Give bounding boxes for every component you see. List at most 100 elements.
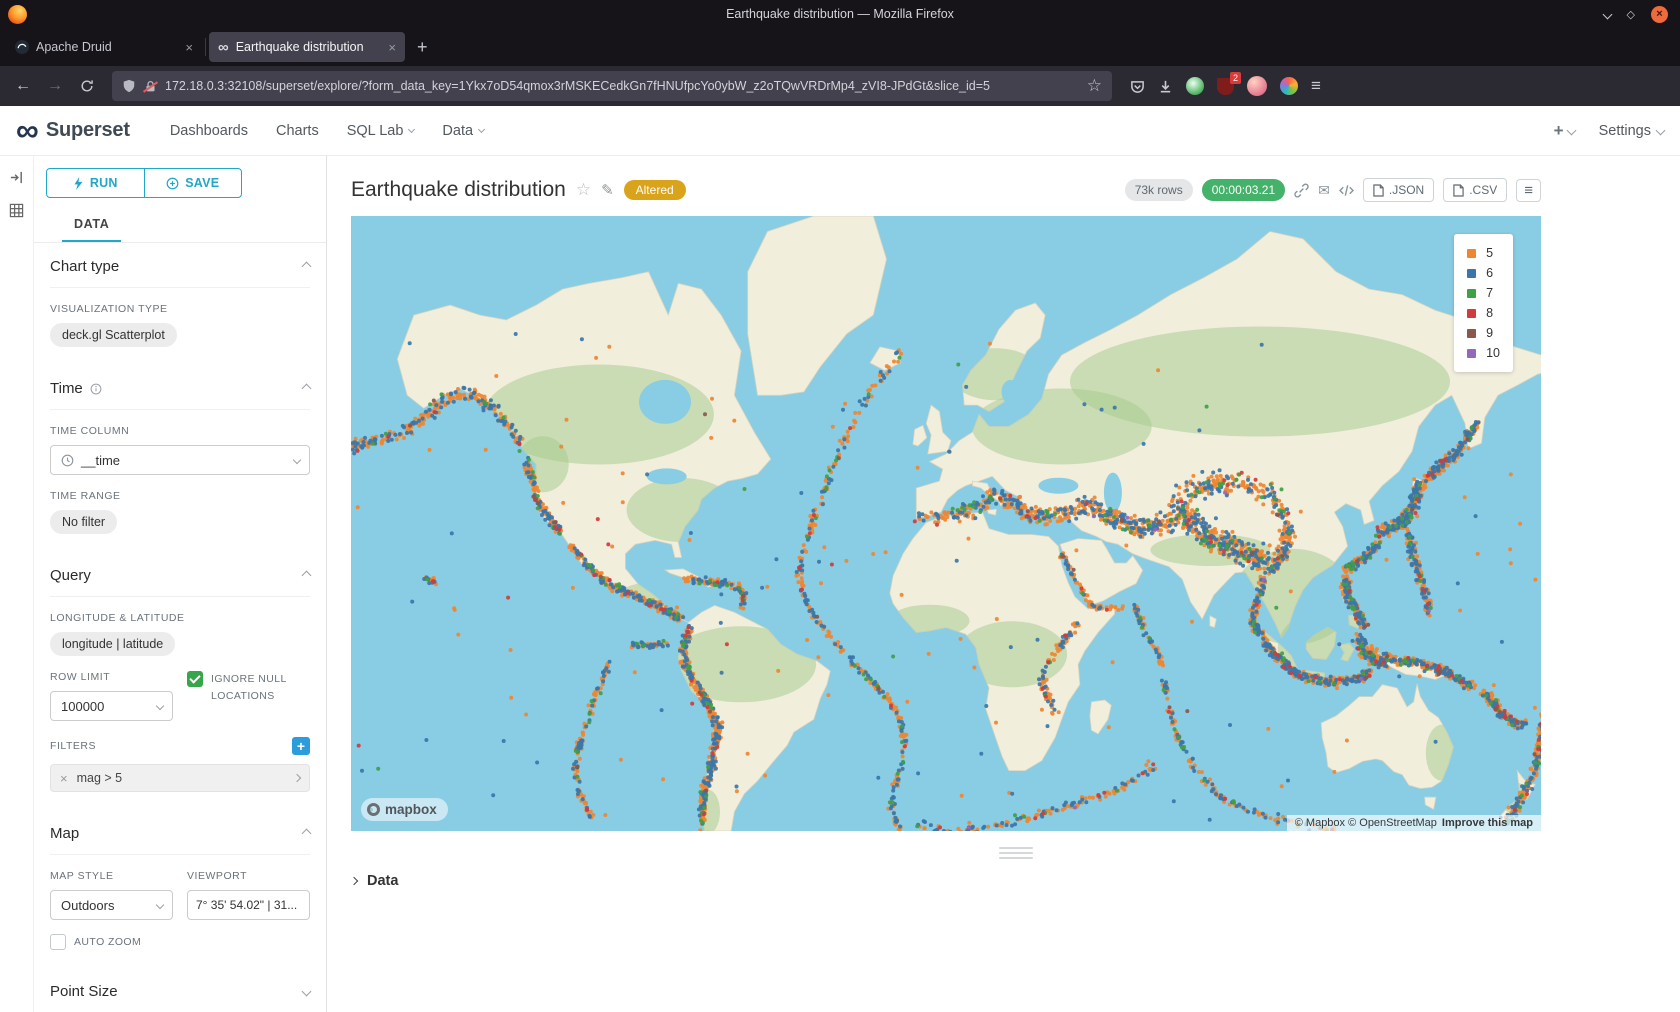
url-text[interactable]: 172.18.0.3:32108/superset/explore/?form_…	[165, 79, 1079, 93]
chevron-down-icon	[156, 901, 164, 909]
reload-button[interactable]	[72, 72, 102, 100]
lonlat-label: LONGITUDE & LATITUDE	[50, 612, 310, 624]
forward-button[interactable]: →	[40, 72, 70, 100]
extension-icon[interactable]	[1186, 77, 1204, 95]
viz-type-label: VISUALIZATION TYPE	[50, 303, 310, 315]
map-style-select[interactable]: Outdoors	[50, 890, 173, 920]
data-panel-toggle[interactable]: Data	[351, 867, 1541, 895]
panel-drag-handle[interactable]	[999, 847, 1033, 859]
plus-icon: +	[1554, 121, 1564, 141]
remove-filter-icon[interactable]: ×	[60, 771, 68, 786]
altered-badge[interactable]: Altered	[624, 180, 686, 200]
chevron-right-icon	[350, 877, 358, 885]
map-style-label: MAP STYLE	[50, 870, 173, 882]
map-container[interactable]: 5678910 mapbox © Mapbox © OpenStreetMap …	[351, 216, 1541, 831]
bookmark-star-icon[interactable]: ☆	[1087, 76, 1102, 96]
improve-map-link[interactable]: Improve this map	[1442, 817, 1533, 829]
section-header[interactable]: Point Size	[50, 968, 310, 1012]
save-to-pocket-icon[interactable]	[1130, 79, 1145, 94]
profile-avatar[interactable]	[1247, 76, 1267, 96]
nav-item-sql-lab[interactable]: SQL Lab	[333, 106, 429, 156]
save-button[interactable]: SAVE	[144, 169, 242, 197]
row-limit-select[interactable]: 100000	[50, 691, 173, 721]
auto-zoom-row[interactable]: AUTO ZOOM	[50, 934, 173, 950]
map-canvas[interactable]	[351, 216, 1541, 831]
filter-item[interactable]: × mag > 5	[50, 764, 310, 792]
nav-item-data[interactable]: Data	[428, 106, 498, 156]
edit-title-icon[interactable]: ✎	[601, 181, 614, 199]
chart-menu-icon[interactable]: ≡	[1516, 179, 1541, 202]
tab-apache-druid[interactable]: Apache Druid ×	[6, 32, 202, 62]
favorite-star-icon[interactable]: ☆	[576, 180, 591, 200]
legend-row: 6	[1467, 263, 1500, 283]
superset-logo-icon: ∞	[16, 118, 39, 144]
export-csv-button[interactable]: .CSV	[1443, 178, 1507, 202]
legend-row: 7	[1467, 283, 1500, 303]
export-json-button[interactable]: .JSON	[1363, 178, 1434, 202]
window-minimize-icon[interactable]	[1602, 9, 1612, 19]
firefox-logo-icon	[8, 5, 27, 24]
run-button[interactable]: RUN	[47, 169, 144, 197]
downloads-icon[interactable]	[1158, 79, 1173, 94]
url-bar[interactable]: 172.18.0.3:32108/superset/explore/?form_…	[112, 71, 1112, 101]
insecure-lock-icon[interactable]	[144, 80, 157, 93]
tab-earthquake-distribution[interactable]: ∞ Earthquake distribution ×	[209, 32, 405, 62]
section-header[interactable]: Map	[50, 810, 310, 855]
panel-tabs: DATA	[34, 206, 326, 243]
chevron-down-icon	[478, 125, 485, 132]
superset-brand[interactable]: ∞ Superset	[16, 118, 130, 144]
add-filter-button[interactable]: +	[292, 737, 310, 755]
section-header[interactable]: Query	[50, 552, 310, 597]
nav-item-charts[interactable]: Charts	[262, 106, 333, 156]
chevron-up-icon	[302, 571, 312, 581]
tab-close-icon[interactable]: ×	[185, 40, 193, 55]
legend-swatch	[1467, 329, 1476, 338]
chart-title: Earthquake distribution	[351, 178, 566, 202]
chevron-up-icon	[302, 384, 312, 394]
legend-value: 9	[1486, 326, 1493, 340]
app-menu-icon[interactable]: ≡	[1311, 76, 1321, 96]
back-button[interactable]: ←	[8, 72, 38, 100]
run-save-group: RUN SAVE	[46, 168, 242, 198]
mapbox-logo[interactable]: mapbox	[361, 798, 448, 821]
share-link-icon[interactable]	[1294, 183, 1309, 198]
ublock-shield-icon[interactable]: 2	[1217, 78, 1234, 95]
nav-label: Data	[442, 123, 473, 139]
section-header[interactable]: Chart type	[50, 243, 310, 288]
settings-menu[interactable]: Settings	[1599, 123, 1664, 139]
druid-favicon-icon	[15, 40, 29, 54]
legend-row: 8	[1467, 303, 1500, 323]
tab-close-icon[interactable]: ×	[388, 40, 396, 55]
embed-code-icon[interactable]	[1339, 184, 1354, 197]
section-point-size: Point Size	[34, 968, 326, 1012]
window-close-icon[interactable]: ×	[1651, 6, 1668, 23]
map-style-value: Outdoors	[61, 898, 114, 913]
window-maximize-icon[interactable]: ◇	[1627, 8, 1635, 21]
email-icon[interactable]: ✉	[1318, 182, 1330, 199]
ignore-null-checkbox[interactable]	[187, 671, 203, 687]
time-column-select[interactable]: __time	[50, 445, 310, 475]
time-range-value[interactable]: No filter	[50, 510, 117, 534]
new-tab-button[interactable]: +	[405, 37, 440, 58]
ignore-null-checkbox-row[interactable]: IGNORE NULL LOCATIONS	[187, 671, 310, 705]
clock-icon	[61, 454, 74, 467]
settings-label: Settings	[1599, 123, 1651, 139]
extension-pinwheel-icon[interactable]	[1280, 77, 1298, 95]
datasource-grid-icon[interactable]	[9, 203, 24, 218]
section-header[interactable]: Time	[50, 365, 310, 410]
tracking-shield-icon[interactable]	[122, 79, 136, 93]
auto-zoom-checkbox[interactable]	[50, 934, 66, 950]
tab-data[interactable]: DATA	[62, 206, 121, 242]
nav-item-dashboards[interactable]: Dashboards	[156, 106, 262, 156]
legend-value: 5	[1486, 246, 1493, 260]
section-title: Time	[50, 380, 83, 397]
chevron-down-icon	[1566, 126, 1576, 136]
new-item-button[interactable]: +	[1554, 121, 1575, 141]
chevron-down-icon	[408, 125, 415, 132]
expand-panel-icon[interactable]	[9, 170, 24, 185]
time-column-value: __time	[81, 453, 120, 468]
tab-bar: Apache Druid × ∞ Earthquake distribution…	[0, 28, 1680, 66]
viewport-value[interactable]: 7° 35' 54.02" | 31...	[187, 890, 310, 920]
lonlat-value[interactable]: longitude | latitude	[50, 632, 175, 656]
viz-type-value[interactable]: deck.gl Scatterplot	[50, 323, 177, 347]
